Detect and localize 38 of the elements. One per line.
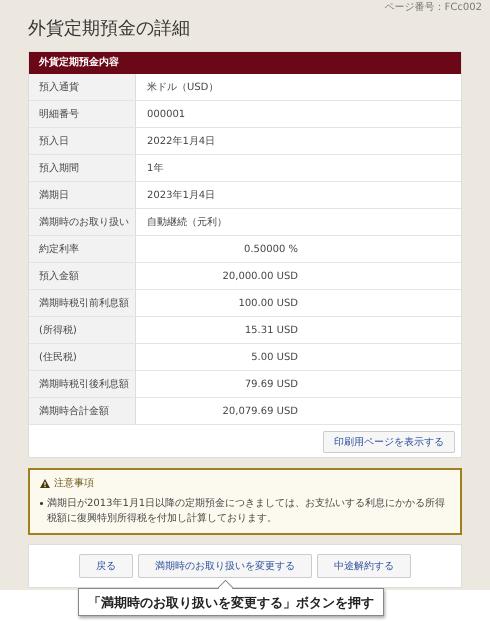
row-label: 満期日 (29, 182, 136, 208)
row-label: 預入期間 (29, 155, 136, 181)
row-value: 20,000.00 USD (222, 270, 298, 282)
row-value: 1年 (147, 162, 164, 175)
row-value: 15.31 USD (244, 324, 298, 336)
row-value: 米ドル（USD） (147, 80, 218, 94)
row-value: 20,079.69 USD (222, 406, 298, 416)
warning-icon (40, 478, 50, 488)
callout-text: 「満期時のお取り扱いを変更する」ボタンを押す (88, 596, 374, 611)
row-label: (住民税) (29, 344, 136, 370)
row-value: 2023年1月4日 (147, 189, 216, 202)
row-value: 100.00 USD (238, 298, 298, 308)
row-value: 0.50000 % (244, 244, 298, 254)
row-label: 預入金額 (29, 263, 136, 289)
section-header: 外貨定期預金内容 (29, 52, 461, 74)
row-value: 79.69 USD (244, 378, 298, 390)
row-value: 5.00 USD (251, 352, 298, 362)
row-label: 満期時のお取り扱い (29, 209, 136, 235)
print-page-button[interactable]: 印刷用ページを表示する (323, 431, 455, 453)
action-button[interactable]: 戻る (79, 554, 133, 578)
row-label: 満期時税引後利息額 (29, 371, 136, 397)
page-title: 外貨定期預金の詳細 (28, 18, 191, 40)
action-button[interactable]: 満期時のお取り扱いを変更する (138, 554, 312, 578)
row-value: 自動継続（元利） (147, 216, 227, 229)
bullet-icon (40, 502, 43, 505)
row-label: 預入日 (29, 128, 136, 154)
row-value: 2022年1月4日 (147, 135, 216, 148)
row-label: (所得税) (29, 317, 136, 343)
row-value: 000001 (147, 108, 186, 120)
row-label: 約定利率 (29, 236, 136, 262)
row-label: 預入通貨 (29, 74, 136, 100)
notice-text: 満期日が2013年1月1日以降の定期預金につきましては、お支払いする利息にかかる所得税額に復興特別所得税を付加し計算しております。 (47, 496, 446, 526)
row-label: 満期時税引前利息額 (29, 290, 136, 316)
row-label: 明細番号 (29, 101, 136, 127)
action-button[interactable]: 中途解約する (317, 554, 411, 578)
page-number: ページ番号：FCc002 (384, 2, 482, 15)
notice-heading: 注意事項 (54, 476, 94, 490)
row-label: 満期時合計金額 (29, 398, 136, 424)
